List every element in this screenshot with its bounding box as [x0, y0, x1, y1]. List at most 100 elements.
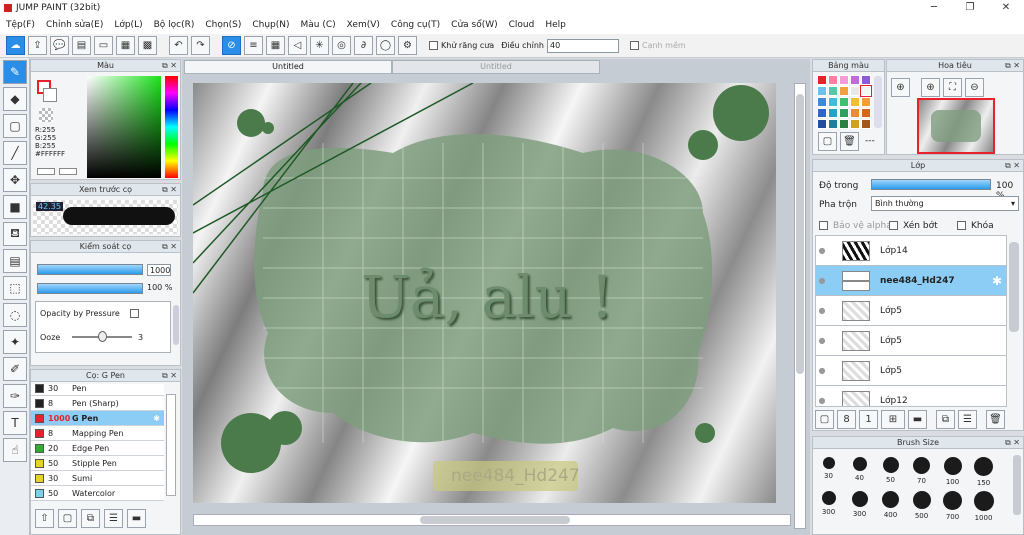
menu-color[interactable]: Màu (C) — [301, 20, 336, 30]
layer-row[interactable]: ● Lớp5 — [816, 326, 1006, 356]
palette-swatch[interactable] — [817, 86, 827, 96]
edge-checkbox[interactable] — [629, 41, 639, 50]
bucket-tool-icon[interactable]: ⛾ — [3, 222, 27, 246]
brush-size-option[interactable]: 40 — [844, 457, 875, 487]
new-layer-icon[interactable]: ▢ — [815, 409, 834, 429]
palette-swatch[interactable] — [817, 108, 827, 118]
visibility-icon[interactable]: ● — [816, 396, 828, 405]
palette-scrollbar[interactable] — [874, 76, 882, 128]
visibility-icon[interactable]: ● — [816, 306, 828, 315]
document-icon[interactable]: ▦ — [116, 36, 135, 55]
brush-item[interactable]: 20 Edge Pen — [31, 441, 164, 456]
mini-button[interactable] — [37, 168, 55, 175]
brush-copy-icon[interactable]: ⧉ — [81, 508, 100, 528]
add-layer-dropdown-icon[interactable]: ⊞ — [881, 409, 905, 429]
menu-window[interactable]: Cửa sổ(W) — [451, 20, 497, 30]
palette-swatch[interactable] — [861, 75, 871, 85]
antialias-checkbox[interactable] — [429, 41, 438, 50]
undo-icon[interactable]: ↶ — [169, 36, 188, 55]
select-pen-icon[interactable]: ✐ — [3, 357, 27, 381]
brush-item[interactable]: 50 Watercolor — [31, 486, 164, 501]
eraser-tool-icon[interactable]: ◆ — [3, 87, 27, 111]
brush-size-option[interactable]: 700 — [937, 491, 968, 522]
brush-item[interactable]: 30 Pen — [31, 384, 164, 396]
palette-swatch[interactable] — [828, 119, 838, 129]
minimize-button[interactable]: ─ — [916, 0, 952, 16]
ruler-off-icon[interactable]: ⊘ — [222, 36, 241, 55]
palette-swatch[interactable] — [860, 85, 872, 97]
secondary-color-swatch[interactable] — [43, 88, 57, 102]
ooze-slider-knob[interactable] — [98, 331, 107, 342]
menu-layer[interactable]: Lớp(L) — [114, 20, 142, 30]
menu-select[interactable]: Chọn(S) — [205, 20, 241, 30]
palette-swatch[interactable] — [817, 97, 827, 107]
panel-close-icon[interactable]: ⧉ ✕ — [1005, 437, 1020, 449]
select-eraser-icon[interactable]: ✑ — [3, 384, 27, 408]
pen-tool-icon[interactable]: ✎ — [3, 60, 27, 84]
cloud-icon[interactable]: ☁ — [6, 36, 25, 55]
palette-swatch[interactable] — [861, 108, 871, 118]
layer-list-scrollbar[interactable] — [1009, 242, 1019, 332]
panel-close-icon[interactable]: ⧉ ✕ — [1005, 160, 1020, 172]
brush-list-scrollbar[interactable] — [166, 394, 176, 496]
layer-row[interactable]: ● Lớp12 — [816, 386, 1006, 406]
layer-row[interactable]: ● nee484_Hd247 ✱ — [816, 266, 1006, 296]
new-1bit-layer-icon[interactable]: 1 — [859, 409, 878, 429]
grid-ruler-icon[interactable]: ▦ — [266, 36, 285, 55]
brush-size-input[interactable]: 1000 — [147, 264, 171, 276]
layer-row[interactable]: ● Lớp5 — [816, 356, 1006, 386]
brush-size-option[interactable]: 150 — [968, 457, 999, 487]
page-icon[interactable]: ▭ — [94, 36, 113, 55]
brush-size-option[interactable]: 500 — [906, 491, 937, 522]
duplicate-layer-icon[interactable]: ⧉ — [936, 409, 955, 429]
menu-help[interactable]: Help — [545, 20, 566, 30]
palette-swatch[interactable] — [839, 108, 849, 118]
brush-size-option[interactable]: 300 — [844, 491, 875, 522]
brush-item[interactable]: 50 Stipple Pen — [31, 456, 164, 471]
zoom-fit-icon[interactable]: ⊕ — [891, 78, 910, 97]
brush-size-option[interactable]: 50 — [875, 457, 906, 487]
opacity-pressure-checkbox[interactable] — [130, 309, 139, 318]
gear-icon[interactable]: ✱ — [992, 274, 1002, 288]
menu-edit[interactable]: Chỉnh sửa(E) — [46, 20, 103, 30]
brush-item[interactable]: 1000 G Pen ✱ — [31, 411, 164, 426]
palette-swatch[interactable] — [861, 119, 871, 129]
brush-size-slider[interactable] — [37, 264, 143, 275]
palette-swatch[interactable] — [839, 97, 849, 107]
brush-size-option[interactable]: 300 — [813, 491, 844, 522]
canvas-horizontal-scrollbar[interactable] — [193, 514, 791, 526]
move-tool-icon[interactable]: ✥ — [3, 168, 27, 192]
hue-slider[interactable] — [165, 76, 178, 178]
panel-close-icon[interactable]: ⧉ ✕ — [162, 370, 177, 382]
palette-swatch[interactable] — [839, 86, 849, 96]
layer-row[interactable]: ● Lớp5 — [816, 296, 1006, 326]
curve-ruler-icon[interactable]: ∂ — [354, 36, 373, 55]
new-8bit-layer-icon[interactable]: 8 — [837, 409, 856, 429]
radial-icon[interactable]: ✳ — [310, 36, 329, 55]
palette-swatch[interactable] — [828, 86, 838, 96]
transparent-swatch[interactable] — [39, 108, 53, 122]
brush-opacity-slider[interactable] — [37, 283, 143, 294]
menu-filter[interactable]: Bộ lọc(R) — [154, 20, 195, 30]
scroll-thumb[interactable] — [796, 94, 804, 374]
gradient-tool-icon[interactable]: ▤ — [3, 249, 27, 273]
menu-file[interactable]: Tệp(F) — [6, 20, 35, 30]
palette-swatch[interactable] — [839, 119, 849, 129]
perspective-icon[interactable]: ◁ — [288, 36, 307, 55]
export-icon[interactable]: ⇪ — [28, 36, 47, 55]
lock-checkbox[interactable] — [957, 221, 966, 230]
settings-icon[interactable]: ⚙ — [398, 36, 417, 55]
panel-close-icon[interactable]: ⧉ ✕ — [162, 241, 177, 253]
tab-untitled[interactable]: Untitled — [392, 60, 600, 74]
brush-size-option[interactable]: 30 — [813, 457, 844, 487]
brush-settings-icon[interactable]: ☰ — [104, 508, 123, 528]
delete-layer-icon[interactable]: 🗑 — [986, 409, 1005, 429]
visibility-icon[interactable]: ● — [816, 366, 828, 375]
blend-mode-select[interactable]: Bình thường ▾ — [871, 196, 1019, 211]
protect-alpha-checkbox[interactable] — [819, 221, 828, 230]
palette-swatch[interactable] — [828, 75, 838, 85]
layer-row[interactable]: ● Lớp14 — [816, 236, 1006, 266]
zoom-in-icon[interactable]: ⊕ — [921, 78, 940, 97]
brush-size-scrollbar[interactable] — [1013, 455, 1021, 515]
palette-delete-icon[interactable]: 🗑 — [840, 132, 859, 151]
